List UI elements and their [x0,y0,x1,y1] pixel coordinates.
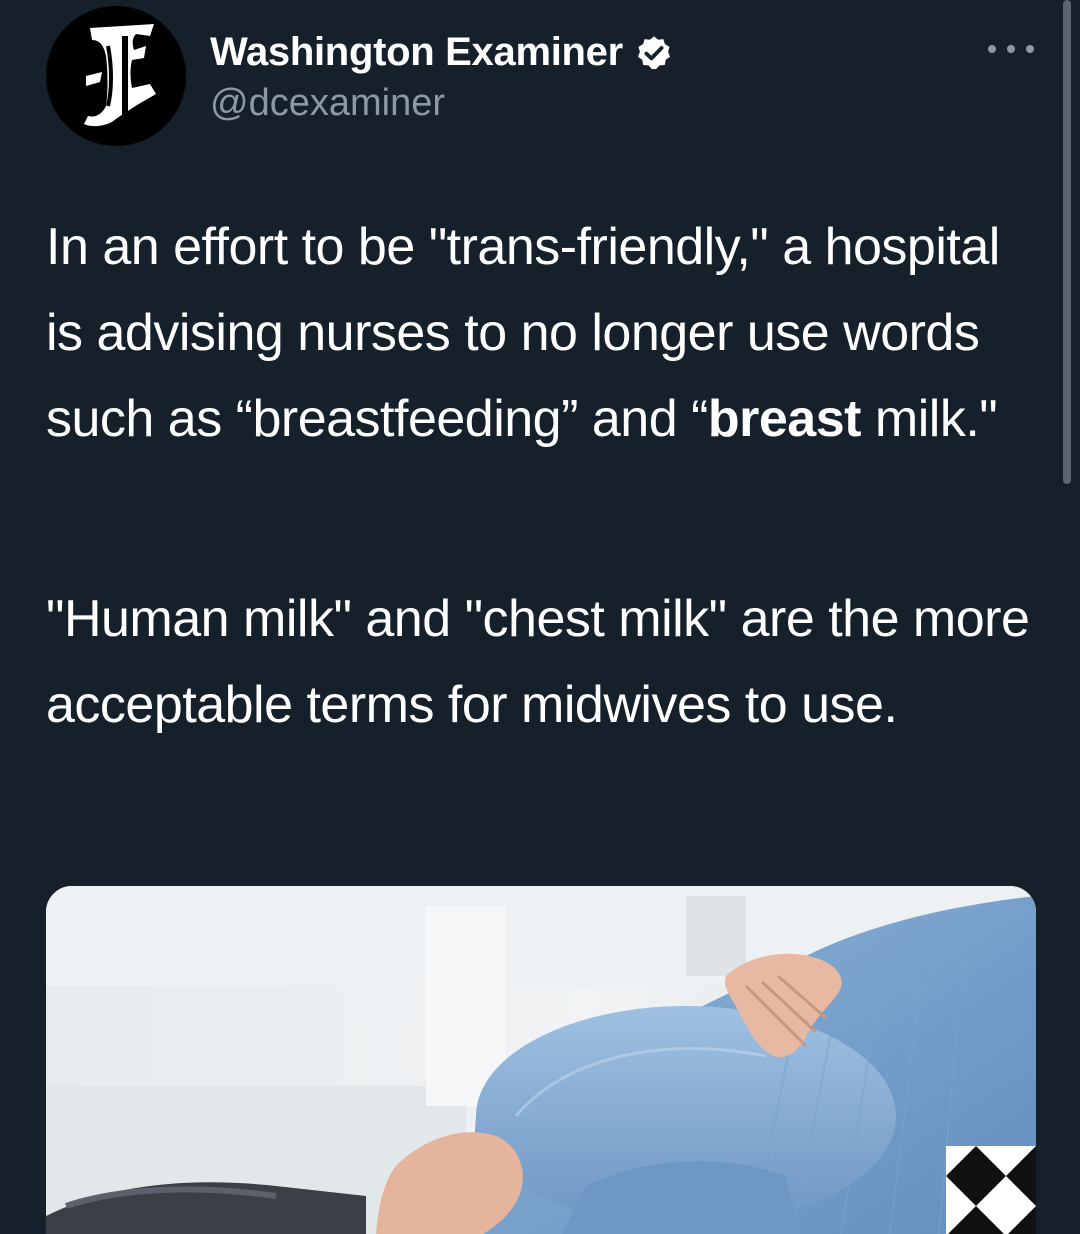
name-row: Washington Examiner [210,30,673,75]
handle[interactable]: @dcexaminer [210,82,445,125]
dot [1026,45,1034,53]
dot [988,45,996,53]
tweet-paragraph-1: In an effort to be "trans-friendly," a h… [46,204,1046,462]
tweet-text-segment: milk." [860,390,998,448]
avatar[interactable] [46,6,186,146]
scrollbar[interactable] [1063,0,1071,484]
more-options-icon[interactable] [988,34,1034,64]
gothic-e-logo-icon [46,6,186,146]
tweet-media-image[interactable] [46,886,1036,1234]
tweet-paragraph-2: "Human milk" and "chest milk" are the mo… [46,590,1030,734]
display-name[interactable]: Washington Examiner [210,30,623,75]
tweet-card: Washington Examiner @dcexaminer In an ef… [0,0,1080,1234]
verified-badge-icon [637,35,671,69]
tweet-text: In an effort to be "trans-friendly," a h… [46,204,1046,734]
dot [1007,45,1015,53]
tweet-text-bold: breast [707,390,862,448]
photo-pregnant-woman [46,886,1036,1234]
